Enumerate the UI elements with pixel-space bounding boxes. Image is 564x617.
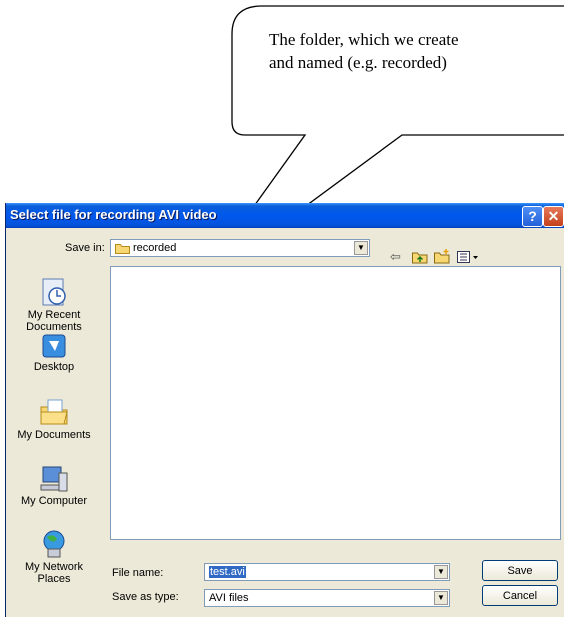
place-my-documents[interactable]: My Documents — [8, 397, 100, 441]
save-in-label: Save in: — [65, 242, 105, 254]
place-label: Desktop — [33, 361, 75, 373]
save-in-combo[interactable]: recorded ▼ — [110, 239, 370, 257]
views-menu-icon[interactable] — [457, 251, 479, 263]
save-dialog: Select file for recording AVI video ? ✕ … — [5, 203, 564, 617]
dialog-title: Select file for recording AVI video — [10, 207, 217, 222]
file-name-value: test.avi — [209, 566, 246, 578]
place-my-computer[interactable]: My Computer — [8, 465, 100, 507]
place-label: My Network Places — [24, 561, 84, 585]
help-button[interactable]: ? — [522, 206, 543, 227]
save-as-type-label: Save as type: — [112, 591, 179, 603]
callout-line-2: and named (e.g. recorded) — [269, 53, 447, 72]
my-computer-icon — [40, 466, 68, 492]
title-bar: Select file for recording AVI video ? ✕ — [6, 203, 564, 228]
callout-line-1: The folder, which we create — [269, 30, 459, 49]
save-button[interactable]: Save — [482, 560, 558, 581]
place-label: My Recent Documents — [26, 309, 82, 333]
folder-icon — [115, 244, 130, 254]
file-name-label: File name: — [112, 567, 164, 579]
close-button[interactable]: ✕ — [543, 206, 564, 227]
cancel-button[interactable]: Cancel — [482, 585, 558, 606]
network-places-icon — [43, 530, 65, 558]
place-recent[interactable]: My Recent Documents — [8, 277, 100, 333]
place-label: My Computer — [20, 495, 88, 507]
folder-contents-list[interactable] — [110, 266, 561, 540]
save-as-type-select[interactable]: AVI files ▼ — [204, 589, 450, 607]
my-documents-icon — [40, 399, 68, 425]
save-as-type-value: AVI files — [209, 592, 249, 604]
place-network[interactable]: My Network Places — [8, 529, 100, 585]
place-desktop[interactable]: Desktop — [8, 333, 100, 373]
back-icon[interactable]: ⇦ — [390, 249, 401, 265]
up-folder-icon[interactable] — [412, 251, 428, 264]
file-name-input[interactable]: test.avi ▼ — [204, 563, 450, 581]
save-as-type-dropdown-arrow[interactable]: ▼ — [434, 591, 448, 605]
new-folder-icon[interactable] — [434, 249, 451, 264]
save-in-value: recorded — [133, 242, 177, 254]
desktop-icon — [42, 334, 66, 358]
place-label: My Documents — [17, 429, 91, 441]
recent-documents-icon — [42, 278, 66, 306]
file-name-dropdown-arrow[interactable]: ▼ — [434, 565, 448, 579]
save-in-dropdown-arrow[interactable]: ▼ — [354, 241, 368, 255]
